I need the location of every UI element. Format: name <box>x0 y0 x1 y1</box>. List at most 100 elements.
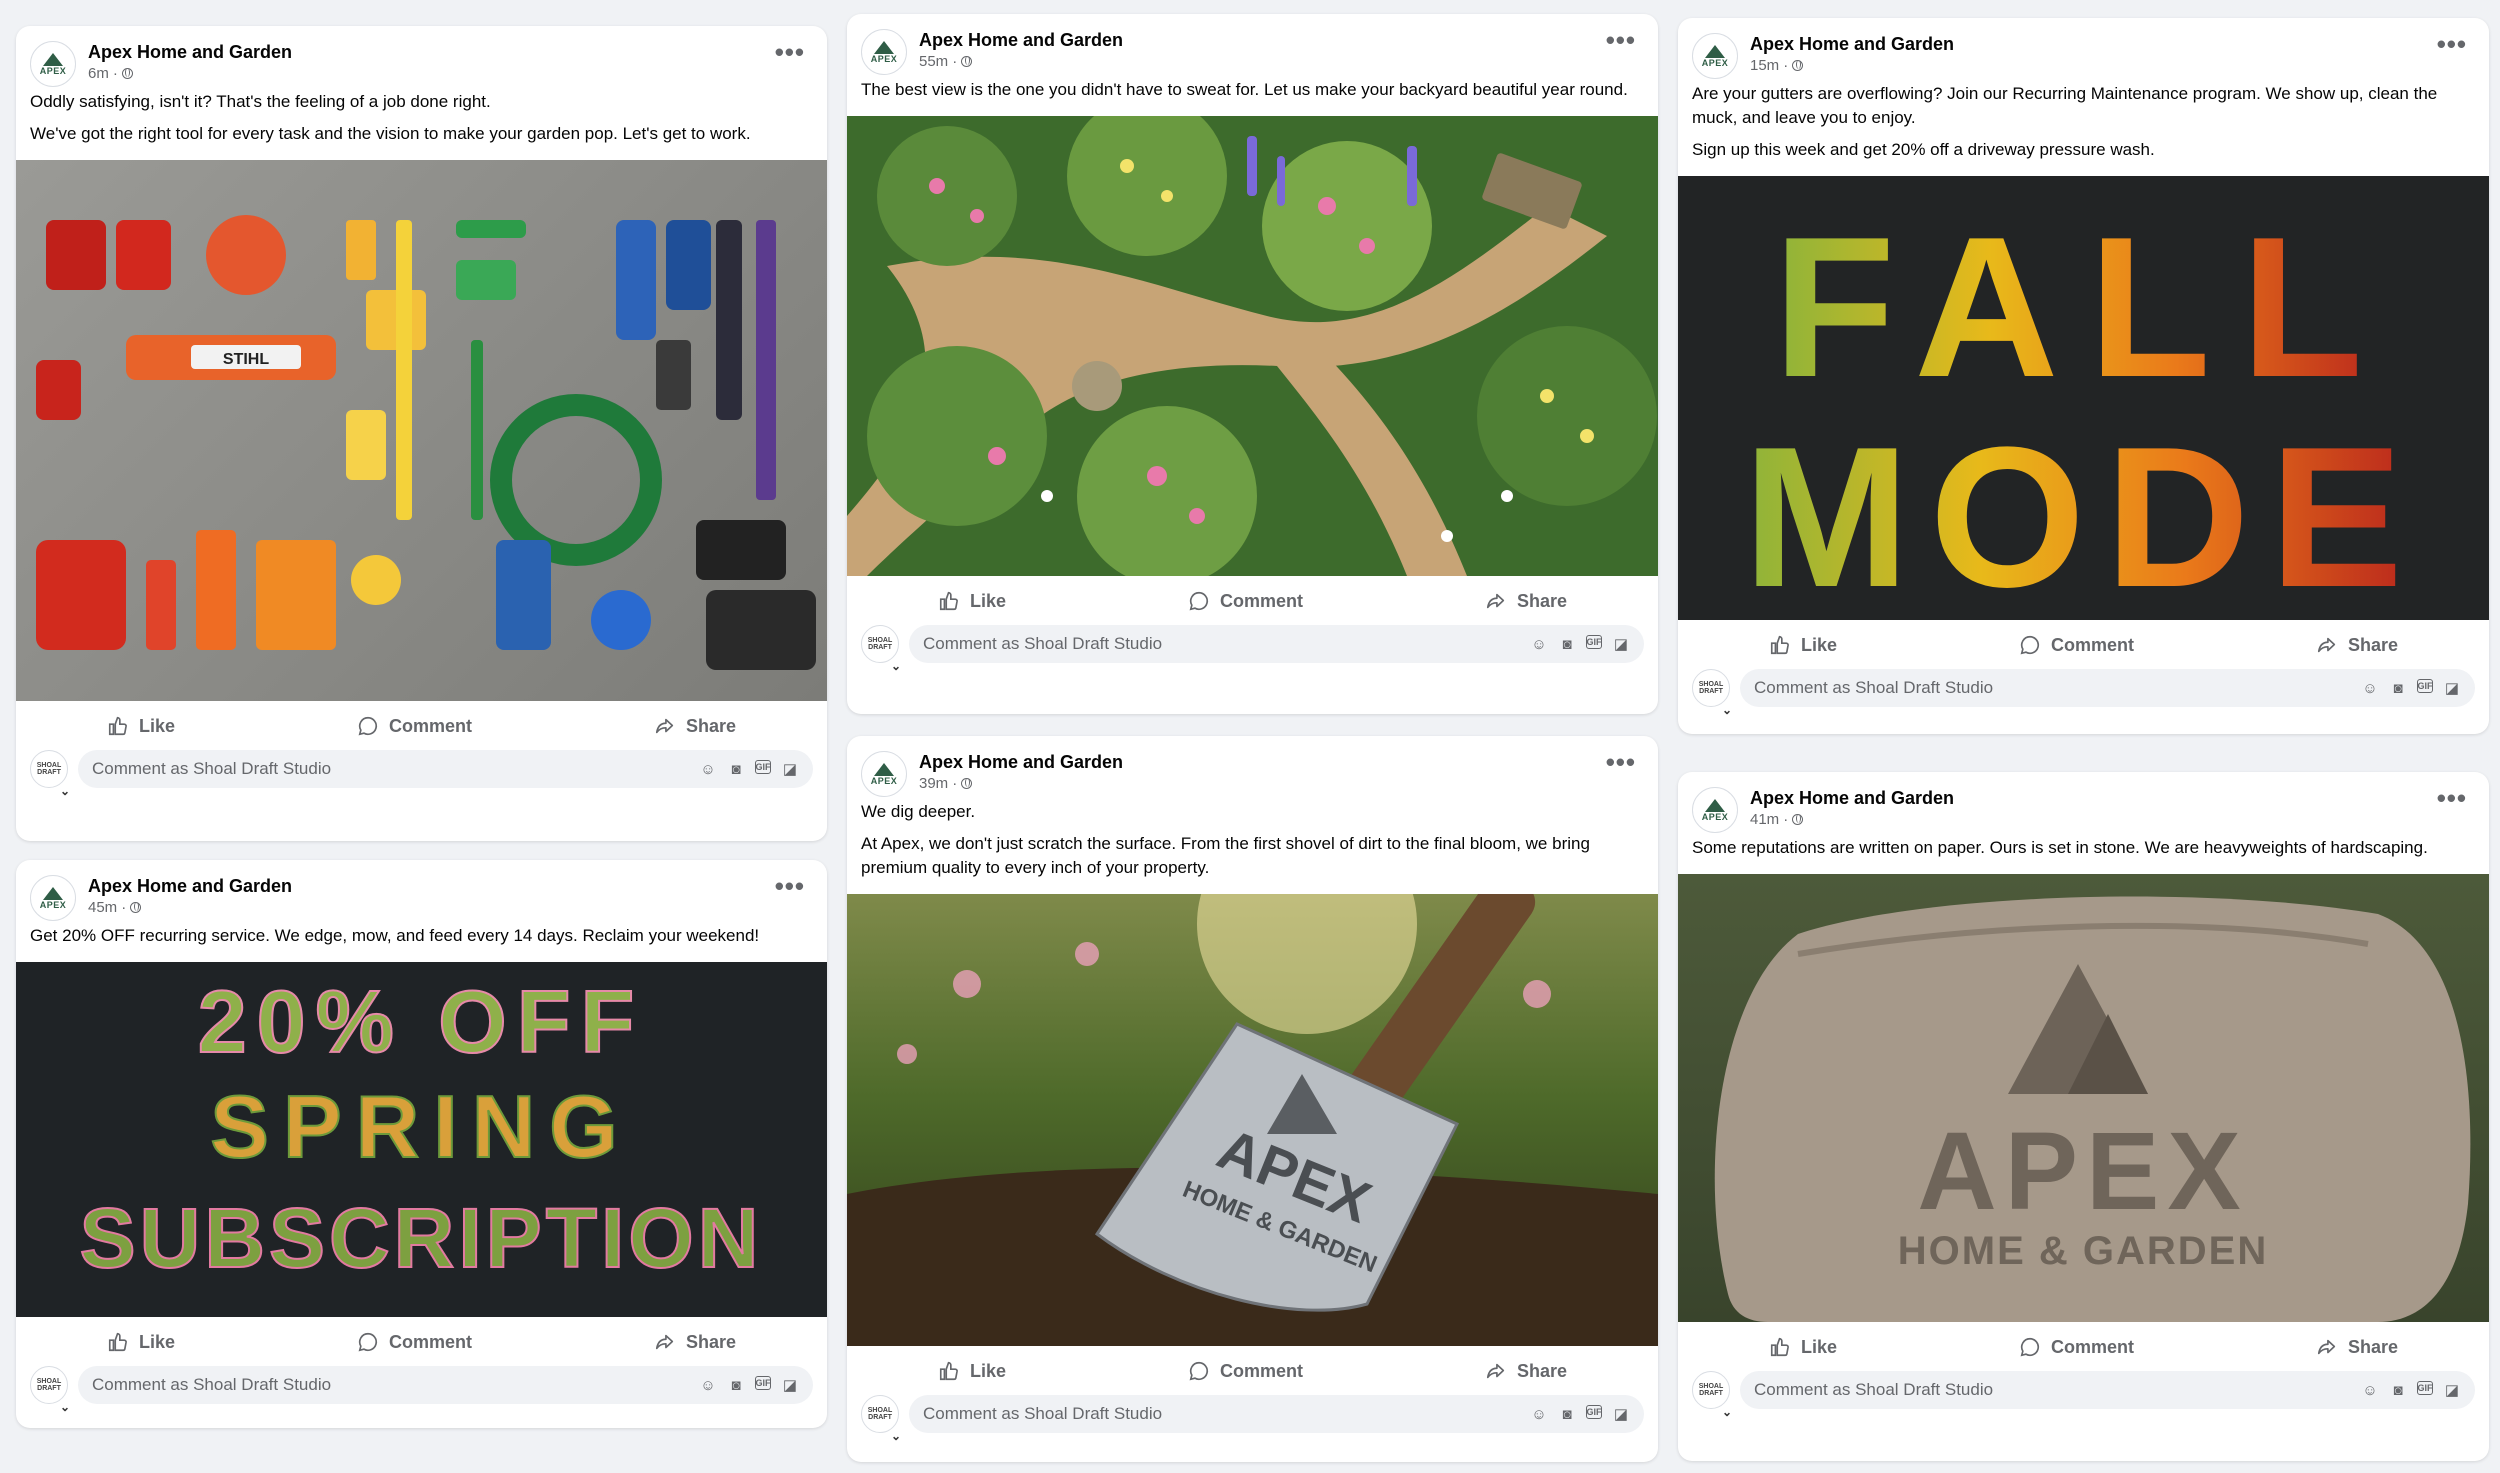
more-options-button[interactable]: ••• <box>2437 785 2467 811</box>
emoji-icon[interactable]: ☺ <box>1530 635 1548 653</box>
post-image-shovel[interactable]: APEX HOME & GARDEN <box>847 894 1658 1346</box>
page-name[interactable]: Apex Home and Garden <box>1750 788 1954 809</box>
page-name[interactable]: Apex Home and Garden <box>88 876 292 897</box>
post-image-garden-path[interactable] <box>847 116 1658 576</box>
sticker-icon[interactable]: ◪ <box>2443 679 2461 697</box>
comment-input[interactable]: Comment as Shoal Draft Studio ☺ ◙ GIF ◪ <box>1740 669 2475 707</box>
share-button[interactable]: Share <box>1485 1360 1567 1382</box>
post-card: APEX Apex Home and Garden 6m · ••• Oddly … <box>16 26 827 841</box>
share-button[interactable]: Share <box>1485 590 1567 612</box>
share-label: Share <box>1516 1360 1567 1381</box>
post-image-leaf-letters[interactable]: 20% OFF SPRING SUBSCRIPTION <box>16 962 827 1317</box>
page-avatar[interactable]: APEX <box>1692 787 1738 833</box>
share-label: Share <box>1516 590 1567 611</box>
page-name[interactable]: Apex Home and Garden <box>1750 34 1954 55</box>
post-time[interactable]: 39m <box>919 775 948 792</box>
avatar-logo-text: APEX <box>39 65 67 76</box>
comment-button[interactable]: Comment <box>2019 1336 2134 1358</box>
commenter-avatar[interactable]: SHOAL DRAFT <box>861 625 901 670</box>
post-time[interactable]: 55m <box>919 53 948 70</box>
page-avatar[interactable]: APEX <box>30 41 76 87</box>
like-button[interactable]: Like <box>938 1360 1006 1382</box>
page-avatar[interactable]: APEX <box>861 29 907 75</box>
comment-input[interactable]: Comment as Shoal Draft Studio ☺ ◙ GIF ◪ <box>909 1395 1644 1433</box>
more-options-button[interactable]: ••• <box>2437 31 2467 57</box>
page-avatar[interactable]: APEX <box>1692 33 1738 79</box>
comment-input[interactable]: Comment as Shoal Draft Studio ☺ ◙ GIF ◪ <box>1740 1371 2475 1409</box>
page-avatar[interactable]: APEX <box>861 751 907 797</box>
caption-paragraph: We've got the right tool for every task … <box>30 124 751 143</box>
camera-icon[interactable]: ◙ <box>2389 1381 2407 1399</box>
post-card: APEX Apex Home and Garden 41m · ••• Some … <box>1678 772 2489 1461</box>
image-text-line: APEX <box>1917 1110 2249 1233</box>
commenter-avatar[interactable]: SHOAL DRAFT <box>861 1395 901 1440</box>
gif-icon[interactable]: GIF <box>2417 679 2433 693</box>
comment-button[interactable]: Comment <box>2019 634 2134 656</box>
camera-icon[interactable]: ◙ <box>727 1376 745 1394</box>
comment-button[interactable]: Comment <box>1188 1360 1303 1382</box>
share-button[interactable]: Share <box>2316 634 2398 656</box>
post-time[interactable]: 15m <box>1750 57 1779 74</box>
like-button[interactable]: Like <box>107 1331 175 1353</box>
like-button[interactable]: Like <box>938 590 1006 612</box>
post-meta: 15m · <box>1750 57 1804 74</box>
comment-label: Comment <box>1219 1360 1303 1381</box>
sticker-icon[interactable]: ◪ <box>1612 635 1630 653</box>
share-button[interactable]: Share <box>654 1331 736 1353</box>
more-options-button[interactable]: ••• <box>1606 749 1636 775</box>
post-image-stone[interactable]: APEX HOME & GARDEN <box>1678 874 2489 1322</box>
post-header: APEX Apex Home and Garden 39m · ••• <box>847 736 1658 800</box>
page-name[interactable]: Apex Home and Garden <box>919 30 1123 51</box>
more-options-button[interactable]: ••• <box>775 873 805 899</box>
comment-composer: SHOAL DRAFT Comment as Shoal Draft Studi… <box>1678 669 2489 716</box>
page-avatar[interactable]: APEX <box>30 875 76 921</box>
comment-input[interactable]: Comment as Shoal Draft Studio ☺ ◙ GIF ◪ <box>78 1366 813 1404</box>
commenter-avatar[interactable]: SHOAL DRAFT <box>1692 1371 1732 1416</box>
share-button[interactable]: Share <box>2316 1336 2398 1358</box>
tool-brand-text: STIHL <box>223 351 269 368</box>
comment-input[interactable]: Comment as Shoal Draft Studio ☺ ◙ GIF ◪ <box>78 750 813 788</box>
like-button[interactable]: Like <box>107 715 175 737</box>
gif-icon[interactable]: GIF <box>755 1376 771 1390</box>
sticker-icon[interactable]: ◪ <box>2443 1381 2461 1399</box>
camera-icon[interactable]: ◙ <box>727 760 745 778</box>
commenter-avatar[interactable]: SHOAL DRAFT <box>30 1366 70 1411</box>
post-time[interactable]: 45m <box>88 899 117 916</box>
page-name[interactable]: Apex Home and Garden <box>88 42 292 63</box>
sticker-icon[interactable]: ◪ <box>781 1376 799 1394</box>
camera-icon[interactable]: ◙ <box>1558 635 1576 653</box>
emoji-icon[interactable]: ☺ <box>699 760 717 778</box>
post-image-tools[interactable]: STIHL <box>16 160 827 701</box>
post-meta: 55m · <box>919 53 973 70</box>
gif-icon[interactable]: GIF <box>1586 1405 1602 1419</box>
more-options-button[interactable]: ••• <box>1606 27 1636 53</box>
gif-icon[interactable]: GIF <box>1586 635 1602 649</box>
comment-button[interactable]: Comment <box>1188 590 1303 612</box>
camera-icon[interactable]: ◙ <box>2389 679 2407 697</box>
post-time[interactable]: 41m <box>1750 811 1779 828</box>
gif-icon[interactable]: GIF <box>2417 1381 2433 1395</box>
comment-button[interactable]: Comment <box>357 1331 472 1353</box>
share-button[interactable]: Share <box>654 715 736 737</box>
post-actions: Like Comment Share <box>1678 620 2489 670</box>
commenter-avatar[interactable]: SHOAL DRAFT <box>1692 669 1732 714</box>
camera-icon[interactable]: ◙ <box>1558 1405 1576 1423</box>
page-name[interactable]: Apex Home and Garden <box>919 752 1123 773</box>
comment-input[interactable]: Comment as Shoal Draft Studio ☺ ◙ GIF ◪ <box>909 625 1644 663</box>
more-options-button[interactable]: ••• <box>775 39 805 65</box>
gif-icon[interactable]: GIF <box>755 760 771 774</box>
post-image-fall-mode[interactable]: FALL MODE <box>1678 176 2489 620</box>
emoji-icon[interactable]: ☺ <box>699 1376 717 1394</box>
emoji-icon[interactable]: ☺ <box>2361 1381 2379 1399</box>
emoji-icon[interactable]: ☺ <box>1530 1405 1548 1423</box>
commenter-avatar[interactable]: SHOAL DRAFT <box>30 750 70 795</box>
caption-paragraph: We dig deeper. <box>861 802 976 821</box>
post-time[interactable]: 6m <box>88 65 109 82</box>
emoji-icon[interactable]: ☺ <box>2361 679 2379 697</box>
sticker-icon[interactable]: ◪ <box>1612 1405 1630 1423</box>
comment-button[interactable]: Comment <box>357 715 472 737</box>
sticker-icon[interactable]: ◪ <box>781 760 799 778</box>
like-label: Like <box>969 590 1007 611</box>
like-button[interactable]: Like <box>1769 1336 1837 1358</box>
like-button[interactable]: Like <box>1769 634 1837 656</box>
